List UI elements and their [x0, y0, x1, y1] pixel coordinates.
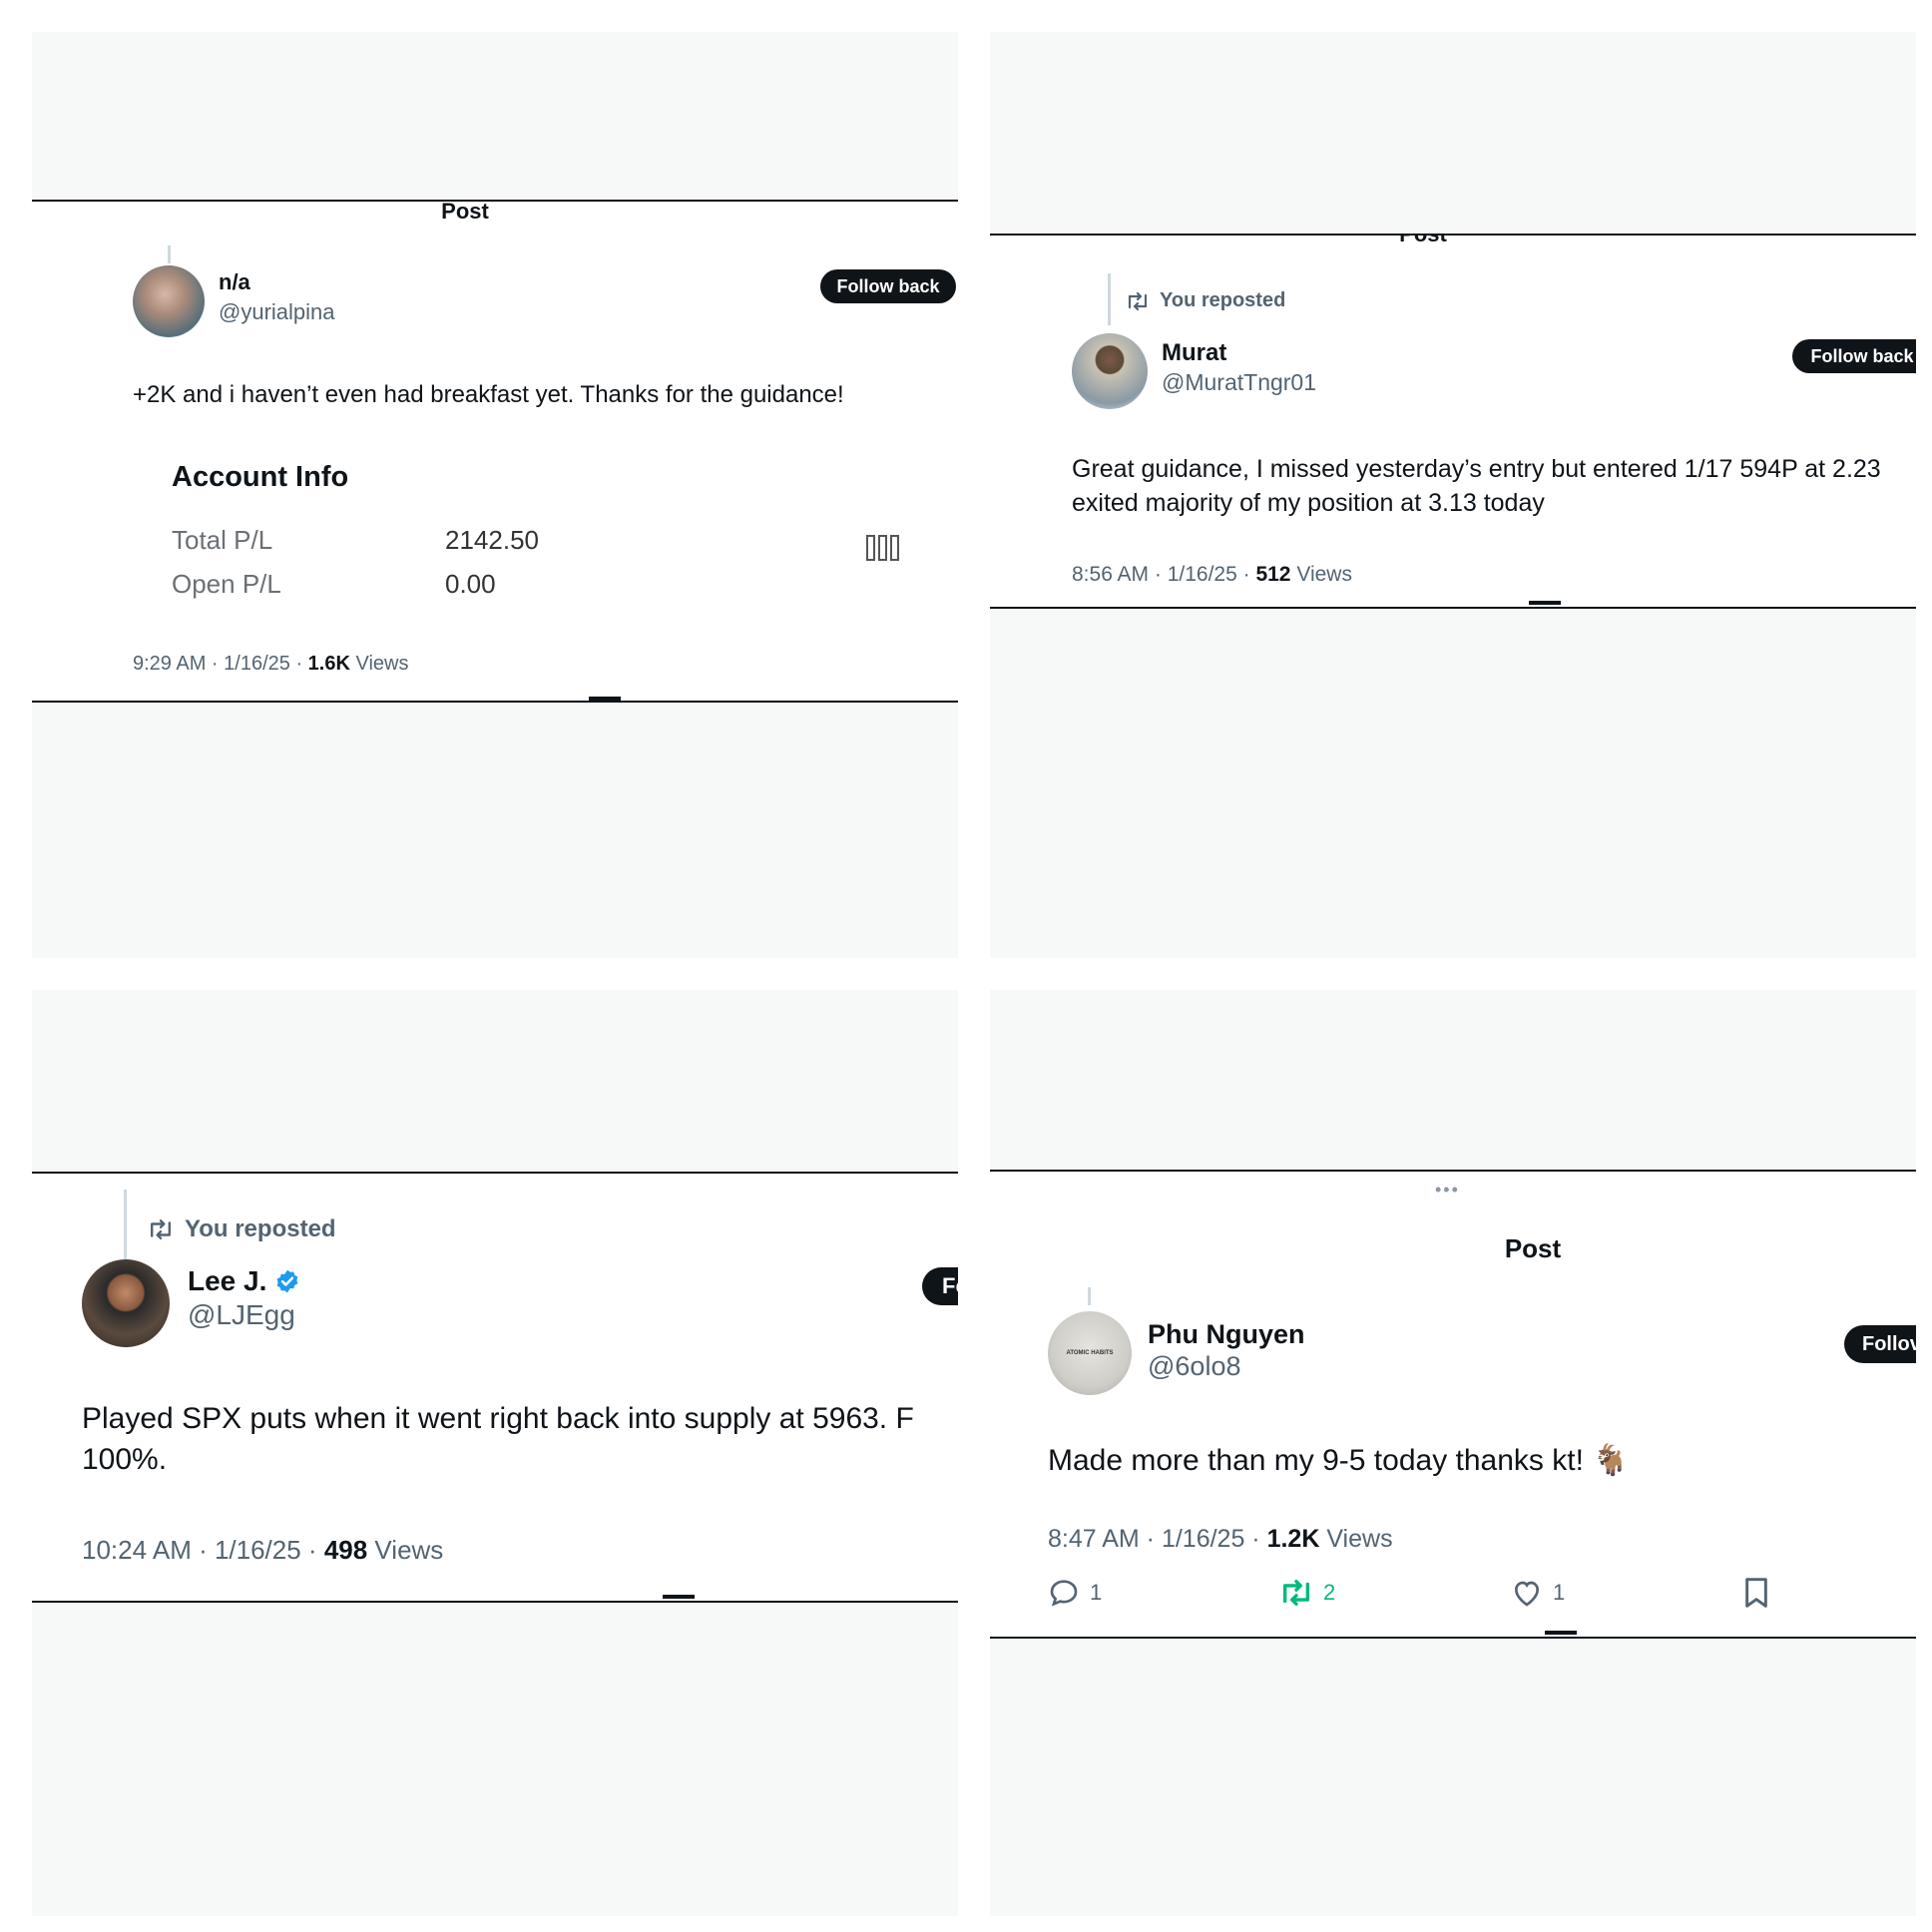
views-count: 1.2K — [1266, 1525, 1320, 1553]
account-info-title: Account Info — [172, 461, 349, 493]
avatar[interactable] — [82, 1259, 170, 1347]
repost-count: 2 — [1323, 1580, 1336, 1605]
tweet-text: Great guidance, I missed yesterday’s ent… — [1072, 455, 1881, 517]
post-card: You reposted Lee J. @LJEgg Fo Played SPX… — [32, 1172, 958, 1603]
page-title: Post — [1399, 234, 1447, 246]
user-handle[interactable]: @LJEgg — [188, 1299, 295, 1331]
reposted-indicator: You reposted — [1126, 289, 1285, 312]
tweet-text: +2K and i haven’t even had breakfast yet… — [133, 381, 844, 408]
scroll-indicator — [589, 697, 621, 701]
page-title: Post — [441, 200, 489, 224]
follow-back-button[interactable]: Fo — [922, 1267, 958, 1305]
reposted-label: You reposted — [185, 1215, 336, 1242]
views-count: 1.6K — [307, 653, 350, 675]
post-card: Post n/a @yurialpina Follow back +2K and… — [32, 200, 958, 703]
post-metadata: 10:24 AM · 1/16/25 · 498 Views — [82, 1535, 443, 1566]
reply-count: 1 — [1090, 1580, 1103, 1605]
post-panel-4: ••• Post ATOMIC HABITS Phu Nguyen @6olo8… — [990, 990, 1916, 1916]
views-label: Views — [367, 1535, 444, 1565]
follow-back-button[interactable]: Follow back — [820, 269, 956, 303]
thread-line — [1108, 273, 1111, 325]
post-card: ••• Post ATOMIC HABITS Phu Nguyen @6olo8… — [990, 1170, 1916, 1639]
avatar-book-title: ATOMIC HABITS — [1066, 1350, 1114, 1356]
tweet-text: Made more than my 9-5 today thanks kt! 🐐 — [1048, 1444, 1630, 1477]
avatar[interactable]: ATOMIC HABITS — [1048, 1311, 1132, 1395]
post-metadata: 9:29 AM · 1/16/25 · 1.6K Views — [133, 653, 408, 676]
post-timestamp: 10:24 AM · 1/16/25 · — [82, 1535, 324, 1565]
post-metadata: 8:56 AM · 1/16/25 · 512 Views — [1072, 563, 1352, 587]
like-button[interactable]: 1 — [1511, 1578, 1742, 1608]
reply-button[interactable]: 1 — [1048, 1577, 1279, 1609]
account-info-card: Account Info Total P/L 2142.50 Open P/L … — [172, 461, 930, 611]
views-count: 512 — [1255, 563, 1291, 586]
scroll-indicator — [1529, 601, 1561, 605]
scroll-indicator — [1545, 1170, 1577, 1172]
user-name[interactable]: Murat — [1162, 339, 1226, 367]
user-handle[interactable]: @6olo8 — [1148, 1351, 1240, 1382]
repost-icon — [150, 1218, 172, 1240]
page-title: Post — [1504, 1233, 1562, 1263]
thread-line — [1088, 1287, 1091, 1305]
more-options-icon[interactable]: ••• — [1435, 1180, 1460, 1201]
action-bar: 1 2 1 — [1048, 1577, 1866, 1609]
avatar[interactable] — [133, 265, 205, 337]
follow-back-button[interactable]: Follov — [1844, 1325, 1916, 1363]
user-name-row[interactable]: Lee J. — [188, 1265, 300, 1297]
repost-button[interactable]: 2 — [1279, 1578, 1511, 1608]
open-pl-value: 0.00 — [445, 569, 496, 599]
post-panel-3: You reposted Lee J. @LJEgg Fo Played SPX… — [32, 990, 958, 1916]
verified-badge-icon — [276, 1269, 298, 1293]
post-panel-2: Post You reposted Murat @MuratTngr01 Fol… — [990, 32, 1916, 958]
open-pl-label: Open P/L — [172, 569, 281, 599]
avatar[interactable] — [1072, 333, 1148, 409]
views-label: Views — [349, 653, 409, 675]
views-count: 498 — [323, 1535, 368, 1565]
user-name[interactable]: Lee J. — [188, 1265, 266, 1297]
post-metadata: 8:47 AM · 1/16/25 · 1.2K Views — [1048, 1525, 1393, 1554]
total-pl-label: Total P/L — [172, 525, 273, 555]
bookmark-icon — [1745, 1578, 1767, 1608]
post-timestamp: 9:29 AM · 1/16/25 · — [133, 653, 308, 675]
views-label: Views — [1319, 1525, 1393, 1553]
user-name[interactable]: Phu Nguyen — [1148, 1319, 1305, 1350]
repost-icon — [1128, 291, 1148, 310]
total-pl-value: 2142.50 — [445, 525, 539, 555]
bar-chart-icon[interactable] — [866, 535, 900, 561]
repost-icon — [1282, 1579, 1310, 1607]
post-timestamp: 8:56 AM · 1/16/25 · — [1072, 563, 1256, 586]
user-name[interactable]: n/a — [219, 269, 250, 295]
post-panel-1: Post n/a @yurialpina Follow back +2K and… — [32, 32, 958, 958]
scroll-indicator — [663, 1172, 695, 1174]
reposted-label: You reposted — [1160, 289, 1286, 311]
thread-line — [124, 1190, 127, 1263]
thread-line — [168, 245, 171, 263]
user-handle[interactable]: @yurialpina — [219, 299, 335, 325]
like-count: 1 — [1553, 1580, 1566, 1605]
user-handle[interactable]: @MuratTngr01 — [1162, 369, 1316, 396]
post-card: Post You reposted Murat @MuratTngr01 Fol… — [990, 234, 1916, 609]
scroll-indicator — [1545, 1631, 1577, 1635]
views-label: Views — [1290, 563, 1352, 586]
bookmark-button[interactable] — [1742, 1577, 1770, 1609]
post-timestamp: 8:47 AM · 1/16/25 · — [1048, 1525, 1267, 1553]
heart-icon — [1514, 1581, 1540, 1607]
follow-back-button[interactable]: Follow back — [1792, 339, 1916, 373]
tweet-text: Played SPX puts when it went right back … — [82, 1402, 914, 1476]
reposted-indicator: You reposted — [147, 1215, 336, 1243]
reply-icon — [1050, 1580, 1078, 1607]
scroll-indicator — [663, 1595, 695, 1599]
